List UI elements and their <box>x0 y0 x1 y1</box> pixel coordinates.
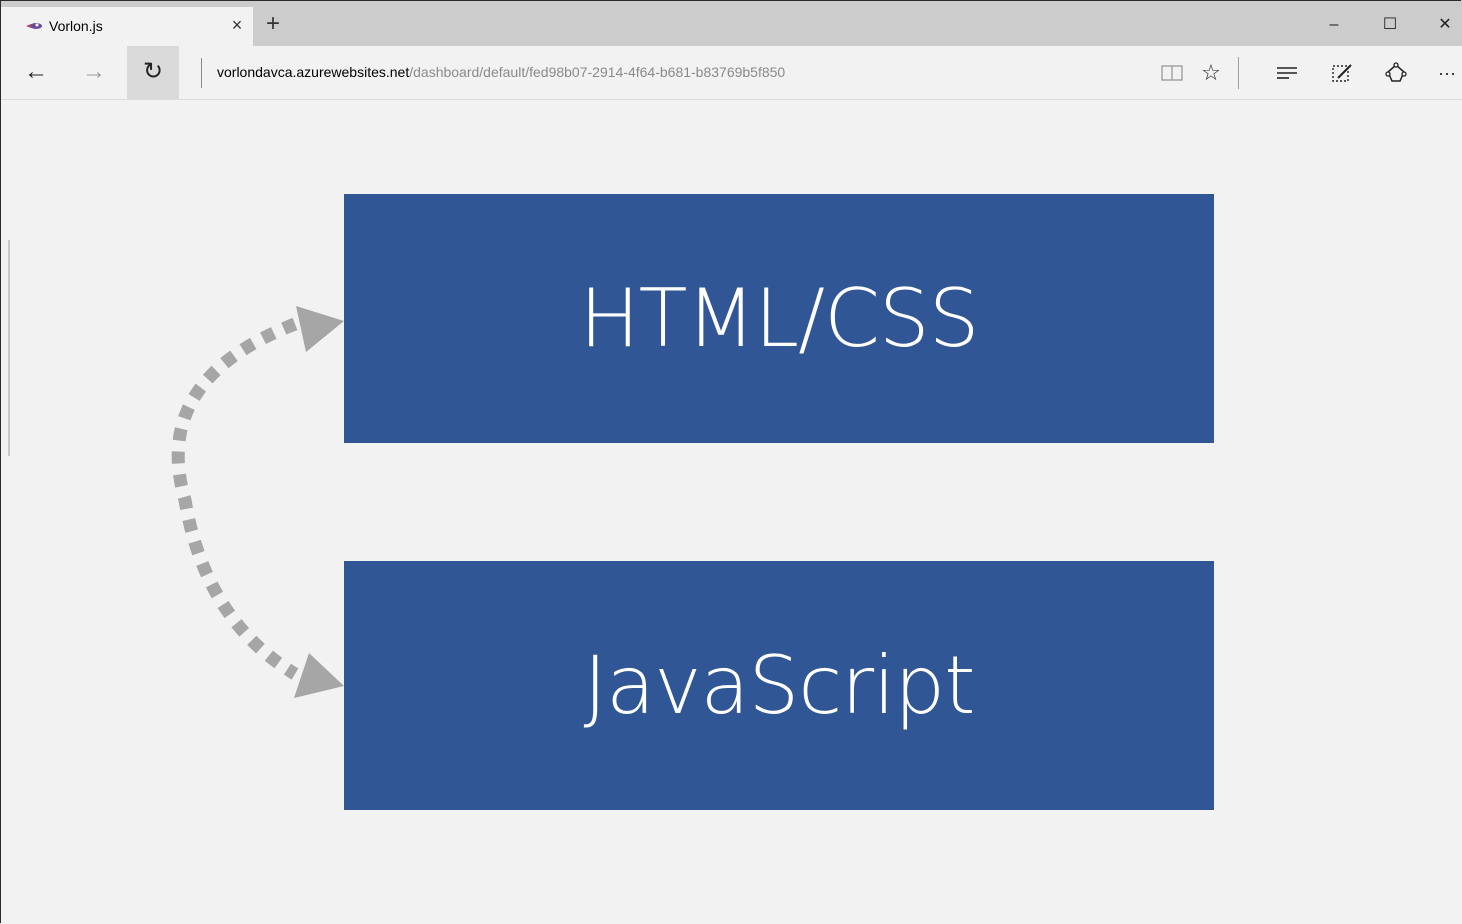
web-note-icon[interactable] <box>1327 58 1357 88</box>
close-window-button[interactable]: ✕ <box>1425 10 1462 40</box>
bidirectional-dotted-arrow <box>171 306 344 698</box>
javascript-box: JavaScript <box>344 561 1214 810</box>
hub-icon[interactable] <box>1272 58 1302 88</box>
toolbar-separator <box>1238 57 1239 89</box>
favorite-star-icon[interactable]: ☆ <box>1196 58 1226 88</box>
arrowhead-top-icon <box>296 306 344 352</box>
navigation-bar: ← → ↻ vorlondavca.azurewebsites.net/dash… <box>0 46 1462 100</box>
reading-view-icon[interactable] <box>1157 58 1187 88</box>
arrowhead-bottom-icon <box>294 653 344 698</box>
new-tab-button[interactable]: + <box>260 12 286 38</box>
address-path: /dashboard/default/fed98b07-2914-4f64-b6… <box>409 64 786 80</box>
tab-bar: Vorlon.js × + – ☐ ✕ <box>0 0 1462 46</box>
html-css-label: HTML/CSS <box>579 272 980 365</box>
maximize-button[interactable]: ☐ <box>1370 10 1410 40</box>
address-separator <box>201 58 202 88</box>
address-bar[interactable]: vorlondavca.azurewebsites.net/dashboard/… <box>217 64 785 80</box>
tab-title: Vorlon.js <box>49 18 103 34</box>
page-content: HTML/CSS JavaScript <box>0 100 1462 924</box>
javascript-label: JavaScript <box>583 639 975 732</box>
vorlon-favicon-icon <box>26 23 42 29</box>
tab-close-icon[interactable]: × <box>225 13 249 37</box>
forward-button[interactable]: → <box>68 46 120 99</box>
share-icon[interactable] <box>1381 58 1411 88</box>
more-icon[interactable]: ··· <box>1432 58 1462 88</box>
html-css-box: HTML/CSS <box>344 194 1214 443</box>
tab-vorlon[interactable]: Vorlon.js × <box>1 7 253 46</box>
back-button[interactable]: ← <box>10 46 62 99</box>
refresh-button[interactable]: ↻ <box>127 46 179 99</box>
address-host: vorlondavca.azurewebsites.net <box>217 64 410 80</box>
minimize-button[interactable]: – <box>1314 10 1354 40</box>
